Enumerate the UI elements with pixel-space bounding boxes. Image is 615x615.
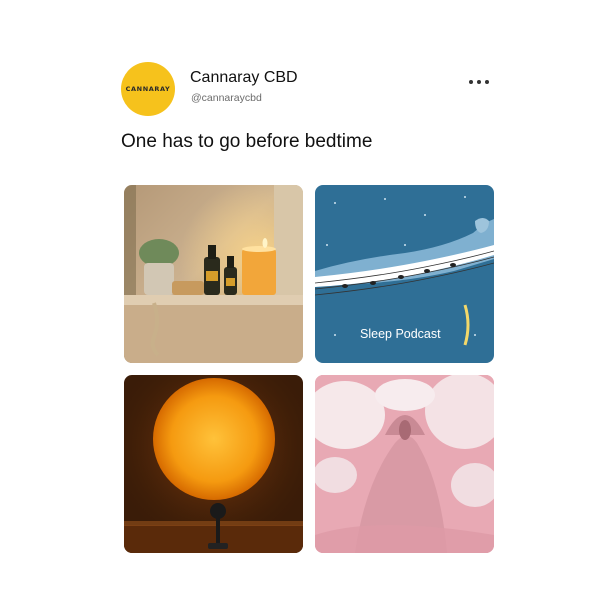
- bathroom-shelf-illustration: [124, 185, 303, 363]
- sunset-lamp-illustration: [124, 375, 303, 553]
- image-bathroom-shelf[interactable]: [124, 185, 303, 363]
- image-pink-bubble-bath[interactable]: [315, 375, 494, 553]
- bubble-bath-illustration: [315, 375, 494, 553]
- post-caption: One has to go before bedtime: [121, 131, 373, 152]
- podcast-title-label: Sleep Podcast: [360, 327, 441, 341]
- avatar-logo-text: CANNARAY: [125, 85, 171, 93]
- social-post: CANNARAY Cannaray CBD @cannaraycbd One h…: [0, 0, 615, 615]
- more-dot: [469, 80, 473, 84]
- more-dot: [477, 80, 481, 84]
- more-dot: [485, 80, 489, 84]
- account-handle[interactable]: @cannaraycbd: [191, 92, 262, 104]
- account-name[interactable]: Cannaray CBD: [190, 69, 298, 87]
- image-sleep-podcast[interactable]: Sleep Podcast: [315, 185, 494, 363]
- more-options-icon[interactable]: [469, 79, 489, 85]
- avatar[interactable]: CANNARAY: [121, 62, 175, 116]
- image-sunset-lamp[interactable]: [124, 375, 303, 553]
